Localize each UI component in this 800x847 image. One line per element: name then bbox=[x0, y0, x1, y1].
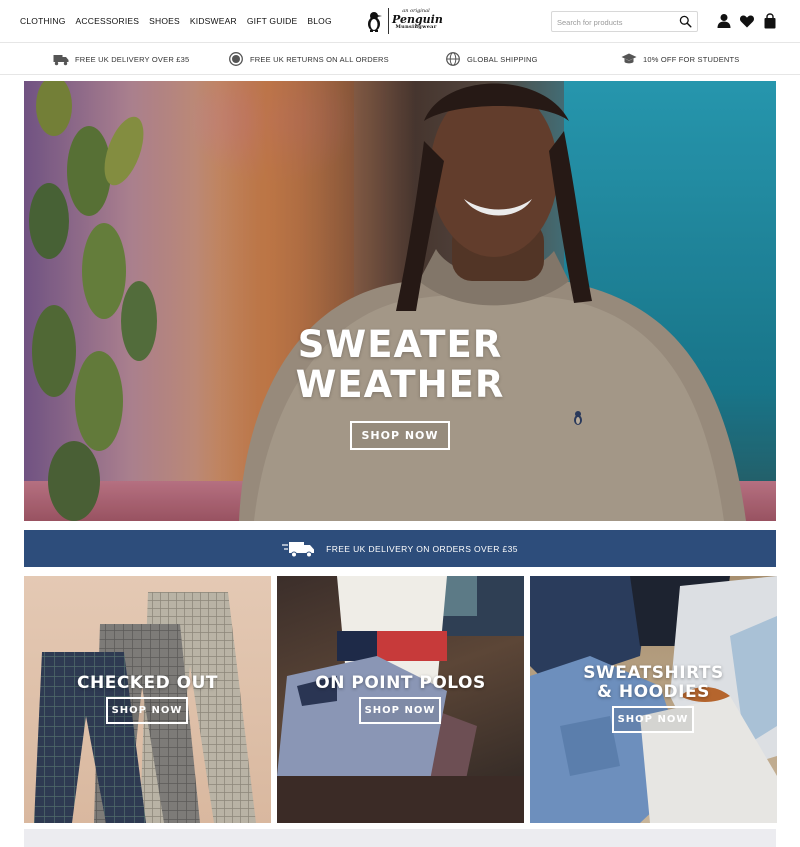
delivery-truck-icon bbox=[53, 55, 69, 66]
search-input[interactable] bbox=[557, 15, 675, 29]
hero-shop-now-button[interactable]: SHOP NOW bbox=[350, 421, 450, 450]
category-tile-sweatshirts[interactable]: SWEATSHIRTS & HOODIES SHOP NOW bbox=[530, 576, 777, 823]
tile-title-line-2: & HOODIES bbox=[597, 682, 710, 702]
usp-label: GLOBAL SHIPPING bbox=[467, 54, 538, 64]
hero-title-line-2: WEATHER bbox=[295, 363, 505, 406]
penguin-icon bbox=[368, 12, 382, 32]
tile-title: ON POINT POLOS bbox=[277, 674, 524, 693]
usp-label: FREE UK RETURNS ON ALL ORDERS bbox=[250, 54, 389, 64]
nav-item-clothing[interactable]: CLOTHING bbox=[20, 16, 66, 26]
brand-logo[interactable]: an original Penguin Munsingwear bbox=[364, 6, 443, 36]
usp-item-returns[interactable]: FREE UK RETURNS ON ALL ORDERS bbox=[228, 52, 389, 66]
nav-item-shoes[interactable]: SHOES bbox=[149, 16, 180, 26]
tile-shop-now-button[interactable]: SHOP NOW bbox=[106, 697, 188, 724]
account-icon[interactable] bbox=[716, 13, 732, 29]
tile-title-line-1: ON POINT POLOS bbox=[315, 673, 486, 693]
nav-item-blog[interactable]: BLOG bbox=[307, 16, 331, 26]
search-box bbox=[551, 11, 698, 32]
hero-banner[interactable]: SWEATER WEATHER SHOP NOW bbox=[24, 81, 776, 521]
usp-item-shipping[interactable]: GLOBAL SHIPPING bbox=[445, 52, 538, 66]
logo-divider bbox=[388, 8, 389, 34]
heart-icon[interactable] bbox=[739, 13, 755, 29]
logo-wordmark: an original Penguin Munsingwear bbox=[392, 9, 443, 30]
main-nav: CLOTHING ACCESSORIES SHOES KIDSWEAR GIFT… bbox=[20, 16, 332, 26]
nav-item-kidswear[interactable]: KIDSWEAR bbox=[190, 16, 237, 26]
hero-overlay bbox=[24, 81, 776, 521]
next-section-strip bbox=[24, 829, 776, 847]
usp-item-delivery[interactable]: FREE UK DELIVERY OVER £35 bbox=[53, 52, 189, 66]
graduation-cap-icon bbox=[621, 53, 637, 64]
category-tile-checked-out[interactable]: CHECKED OUT SHOP NOW bbox=[24, 576, 271, 823]
bag-icon[interactable] bbox=[762, 13, 778, 29]
tile-title: SWEATSHIRTS & HOODIES bbox=[530, 664, 777, 702]
tile-shop-now-button[interactable]: SHOP NOW bbox=[612, 706, 694, 733]
usp-bar: FREE UK DELIVERY OVER £35 FREE UK RETURN… bbox=[0, 42, 800, 75]
logo-line-3: Munsingwear bbox=[395, 24, 437, 30]
nav-item-gift-guide[interactable]: GIFT GUIDE bbox=[247, 16, 298, 26]
usp-item-students[interactable]: 10% OFF FOR STUDENTS bbox=[621, 52, 740, 66]
delivery-truck-icon bbox=[282, 541, 315, 557]
tile-title: CHECKED OUT bbox=[24, 674, 271, 693]
hero-title: SWEATER WEATHER bbox=[224, 325, 576, 405]
usp-label: FREE UK DELIVERY OVER £35 bbox=[75, 54, 190, 64]
returns-icon bbox=[229, 52, 243, 66]
site-header: CLOTHING ACCESSORIES SHOES KIDSWEAR GIFT… bbox=[0, 0, 800, 42]
delivery-banner-label: FREE UK DELIVERY ON ORDERS OVER £35 bbox=[326, 543, 518, 554]
tile-title-line-1: SWEATSHIRTS bbox=[583, 663, 724, 683]
tile-shop-now-button[interactable]: SHOP NOW bbox=[359, 697, 441, 724]
search-icon[interactable] bbox=[679, 15, 692, 28]
nav-item-accessories[interactable]: ACCESSORIES bbox=[76, 16, 140, 26]
usp-label: 10% OFF FOR STUDENTS bbox=[643, 54, 740, 64]
delivery-banner[interactable]: FREE UK DELIVERY ON ORDERS OVER £35 bbox=[24, 530, 776, 567]
tile-title-line-1: CHECKED OUT bbox=[77, 673, 218, 693]
category-tile-polos[interactable]: ON POINT POLOS SHOP NOW bbox=[277, 576, 524, 823]
globe-icon bbox=[446, 52, 460, 66]
hero-title-line-1: SWEATER bbox=[297, 323, 503, 366]
